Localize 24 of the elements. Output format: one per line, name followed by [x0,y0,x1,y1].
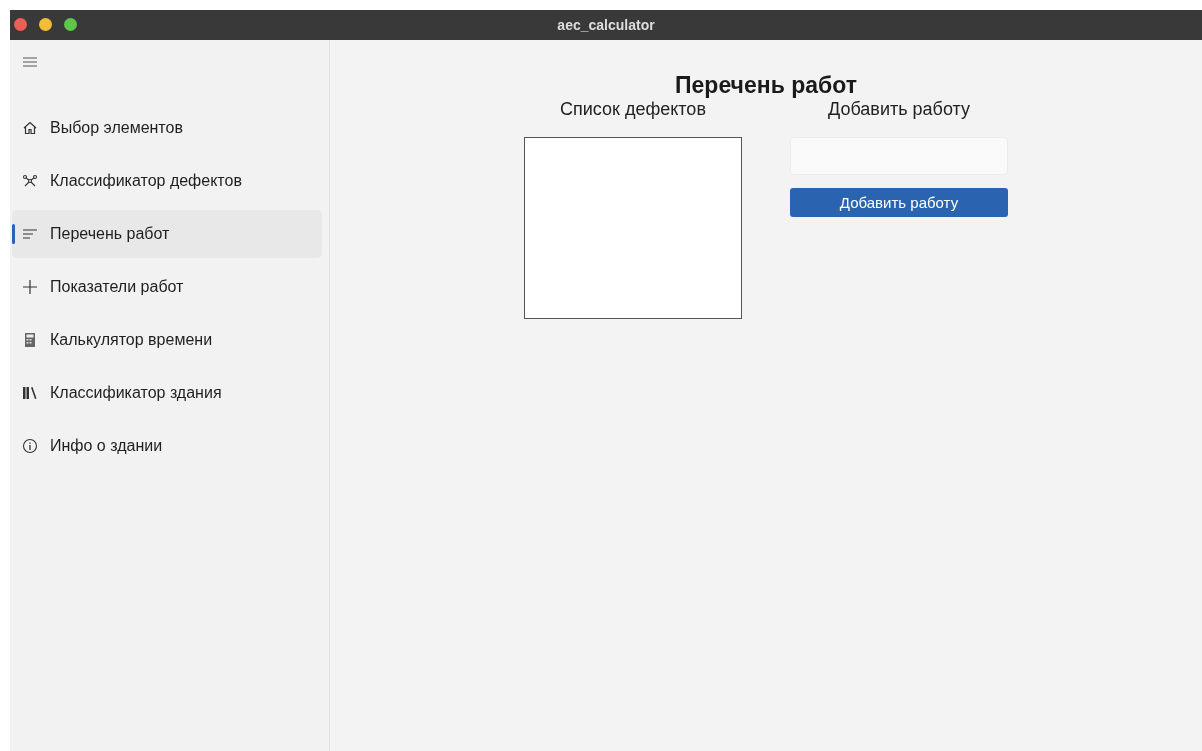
add-work-button[interactable]: Добавить работу [790,188,1008,217]
sidebar-item[interactable]: Классификатор здания [12,369,322,417]
window-title: aec_calculator [557,17,655,33]
sidebar-item[interactable]: Калькулятор времени [12,316,322,364]
sidebar-item[interactable]: Выбор элементов [12,104,322,152]
selection-indicator [12,224,15,244]
sidebar-item[interactable]: Классификатор дефектов [12,157,322,205]
add-work-label: Добавить работу [828,99,970,121]
home-icon [22,120,38,136]
close-button[interactable] [14,18,27,31]
defects-list[interactable] [524,137,742,319]
sidebar-item[interactable]: Инфо о здании [12,422,322,470]
plus-icon [22,279,38,295]
zoom-button[interactable] [64,18,77,31]
page-title: Перечень работ [675,72,857,99]
network-icon [22,173,38,189]
calculator-icon [22,332,38,348]
sidebar-item[interactable]: Перечень работ [12,210,322,258]
info-icon [22,438,38,454]
sidebar-item[interactable]: Показатели работ [12,263,322,311]
defects-label: Список дефектов [560,99,706,121]
minimize-button[interactable] [39,18,52,31]
list-icon [22,226,38,242]
books-icon [22,385,38,401]
